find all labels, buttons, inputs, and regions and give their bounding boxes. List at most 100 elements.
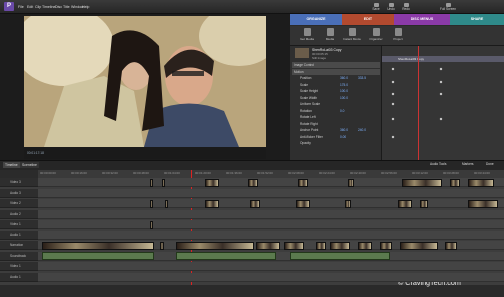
property-value[interactable]: 0.0 <box>340 108 344 114</box>
timeline-clip[interactable] <box>450 178 460 187</box>
track-lane[interactable] <box>38 209 504 219</box>
track-header-audio-1[interactable]: Audio 1 <box>0 272 38 282</box>
quick-get-media-button[interactable]: Get Media <box>297 28 317 41</box>
property-row-rotation[interactable]: Rotation 0.0 <box>292 108 380 114</box>
project-icon <box>394 28 402 36</box>
quick-organizer-button[interactable]: Organizer <box>366 28 386 41</box>
track-header-video-3[interactable]: Video 3 <box>0 178 38 187</box>
timeline-clip[interactable] <box>296 199 310 208</box>
timeline-clip[interactable] <box>284 241 304 250</box>
timeline-clip[interactable] <box>358 241 372 250</box>
track-lane[interactable] <box>38 272 504 282</box>
track-lane[interactable] <box>38 230 504 240</box>
timeline-clip[interactable] <box>290 252 390 260</box>
timeline-clip[interactable] <box>176 252 276 260</box>
tab-timeline[interactable]: Timeline <box>3 162 20 168</box>
tab-organize[interactable]: ORGANIZE <box>290 14 342 25</box>
menu-item-edit[interactable]: Edit <box>27 5 33 9</box>
timeline-clip[interactable] <box>380 241 392 250</box>
property-value-2[interactable]: 240.0 <box>358 127 366 133</box>
timeline-clip[interactable] <box>348 178 354 187</box>
ruler-tick-label: 00:00:16:00 <box>71 171 87 175</box>
track-header-audio-1[interactable]: Audio 1 <box>0 230 38 240</box>
timeline-clip[interactable] <box>345 199 351 208</box>
timeline-clip[interactable] <box>316 241 326 250</box>
property-value[interactable]: 100.0 <box>340 95 348 101</box>
timeline-clip[interactable] <box>205 178 219 187</box>
menu-item-disc[interactable]: Disc <box>55 5 62 9</box>
track-lane[interactable] <box>38 188 504 198</box>
tab-sceneline[interactable]: Sceneline <box>20 162 39 168</box>
property-row-rotate-right[interactable]: Rotate Right <box>292 121 380 127</box>
timeline-markers-button[interactable]: Markers <box>462 162 474 166</box>
menu-item-title[interactable]: Title <box>63 5 70 9</box>
track-lane[interactable] <box>38 262 504 271</box>
property-row-image-control[interactable]: Image Control <box>292 62 380 68</box>
toolbar-redo-button[interactable]: Redo <box>396 3 416 12</box>
menu-item-clip[interactable]: Clip <box>35 5 41 9</box>
timeline-clip[interactable] <box>445 241 457 250</box>
property-value[interactable]: 360.0 <box>340 75 348 81</box>
property-row-motion[interactable]: Motion <box>292 68 380 75</box>
timeline-clip[interactable] <box>468 199 498 208</box>
timeline-clip[interactable] <box>42 241 154 250</box>
quick-media-button[interactable]: Media <box>320 28 340 41</box>
track-lane[interactable] <box>38 199 504 208</box>
property-row-opacity[interactable]: Opacity <box>292 140 380 146</box>
quick-project-button[interactable]: Project <box>388 28 408 41</box>
timeline-clip[interactable] <box>402 178 442 187</box>
property-row-uniform-scale[interactable]: Uniform Scale <box>292 101 380 107</box>
timeline-done-button[interactable]: Done <box>486 162 494 166</box>
timeline-clip[interactable] <box>248 178 258 187</box>
track-header-audio-2[interactable]: Audio 2 <box>0 209 38 219</box>
timeline-audio-tools-button[interactable]: Audio Tools <box>430 162 446 166</box>
timeline-clip[interactable] <box>176 241 254 250</box>
track-header-video-2[interactable]: Video 2 <box>0 199 38 208</box>
track-header-video-1[interactable]: Video 1 <box>0 220 38 229</box>
timeline-clip[interactable] <box>162 178 165 187</box>
timeline-clip[interactable] <box>400 241 438 250</box>
menu-item-timeline[interactable]: Timeline <box>42 5 55 9</box>
ruler-tick-label: 00:02:24:00 <box>319 171 335 175</box>
timeline-clip[interactable] <box>468 178 494 187</box>
tab-edit[interactable]: EDIT <box>342 14 394 25</box>
timeline-clip[interactable] <box>160 241 164 250</box>
timeline-clip[interactable] <box>150 199 153 208</box>
timeline-clip[interactable] <box>330 241 350 250</box>
timeline-clip[interactable] <box>205 199 219 208</box>
property-value[interactable]: 360.0 <box>340 127 348 133</box>
property-row-rotate-left[interactable]: Rotate Left <box>292 114 380 120</box>
timeline-clip[interactable] <box>398 199 412 208</box>
track-header-audio-3[interactable]: Audio 3 <box>0 188 38 198</box>
property-row-scale-height[interactable]: Scale Height 100.0 <box>292 88 380 94</box>
keyframe-playhead[interactable] <box>418 46 419 160</box>
property-row-anti-flicker-filter[interactable]: Anti-flicker Filter 0.00 <box>292 134 380 140</box>
tab-share[interactable]: SHARE <box>450 14 504 25</box>
timeline-clip[interactable] <box>298 178 308 187</box>
track-lane[interactable] <box>38 220 504 229</box>
timeline-clip[interactable] <box>42 252 154 260</box>
timeline-clip[interactable] <box>250 199 260 208</box>
timeline-clip[interactable] <box>165 199 168 208</box>
timeline-clip[interactable] <box>150 220 153 229</box>
timeline-clip[interactable] <box>150 178 153 187</box>
property-value[interactable]: 100.0 <box>340 88 348 94</box>
menu-item-file[interactable]: File <box>18 5 24 9</box>
menu-item-help[interactable]: Help <box>82 5 89 9</box>
property-row-position[interactable]: Position 360.0 333.5 <box>292 75 380 81</box>
property-value[interactable]: 0.00 <box>340 134 346 140</box>
quick-instant-movie-button[interactable]: Instant Movie <box>342 28 362 41</box>
toolbar-full-screen-button[interactable]: Full Screen <box>438 3 458 12</box>
timeline-clip[interactable] <box>256 241 280 250</box>
track-header-soundtrack[interactable]: Soundtrack <box>0 251 38 261</box>
property-value-2[interactable]: 333.5 <box>358 75 366 81</box>
track-header-video-1[interactable]: Video 1 <box>0 262 38 271</box>
clip-thumbnail <box>295 48 309 58</box>
track-header-narration[interactable]: Narration <box>0 241 38 250</box>
property-value[interactable]: 175.0 <box>340 82 348 88</box>
property-row-scale-width[interactable]: Scale Width 100.0 <box>292 95 380 101</box>
property-row-anchor-point[interactable]: Anchor Point 360.0 240.0 <box>292 127 380 133</box>
timeline-clip[interactable] <box>420 199 428 208</box>
property-row-scale[interactable]: Scale 175.0 <box>292 82 380 88</box>
tab-disc-menus[interactable]: DISC MENUS <box>394 14 450 25</box>
